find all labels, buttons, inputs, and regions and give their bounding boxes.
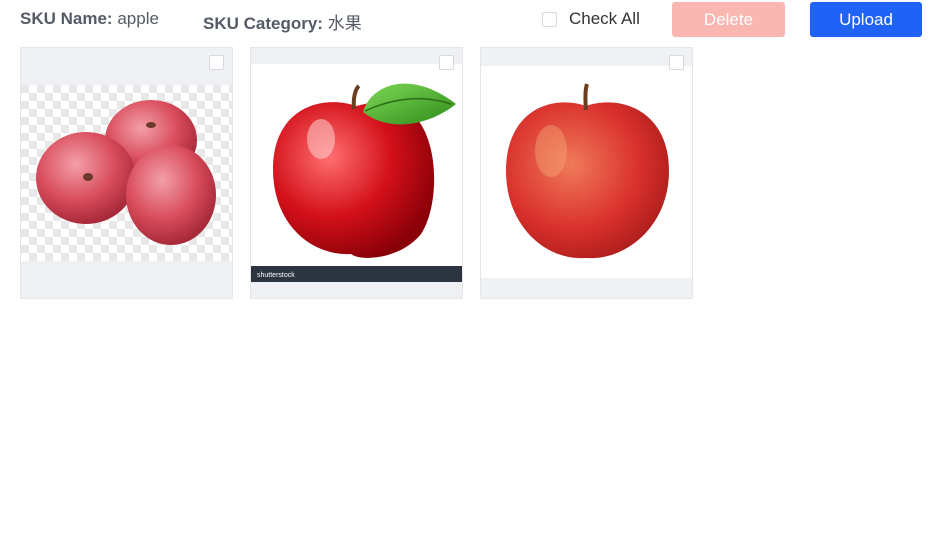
check-all-label: Check All <box>569 9 640 28</box>
sku-name: SKU Name: apple <box>20 9 159 29</box>
check-all-checkbox[interactable] <box>542 11 557 27</box>
apple-single-icon <box>481 66 692 278</box>
image-card[interactable]: shutterstock <box>250 47 463 299</box>
image-checkbox[interactable] <box>209 55 224 70</box>
delete-button[interactable]: Delete <box>672 2 785 37</box>
watermark-text: shutterstock <box>257 272 295 279</box>
image-checkbox[interactable] <box>439 55 454 70</box>
toolbar: SKU Name: apple SKU Category: 水果 Check A… <box>0 0 939 40</box>
apple-group-icon <box>21 85 232 261</box>
image-checkbox[interactable] <box>669 55 684 70</box>
upload-button[interactable]: Upload <box>810 2 922 37</box>
image-card[interactable] <box>480 47 693 299</box>
check-all[interactable]: Check All <box>542 8 640 30</box>
sku-category-label: SKU Category: <box>203 14 323 33</box>
sku-category: SKU Category: 水果 <box>203 9 362 34</box>
sku-category-value: 水果 <box>327 14 362 33</box>
sku-name-label: SKU Name: <box>20 9 113 28</box>
image-card[interactable] <box>20 47 233 299</box>
apple-with-leaf-icon: shutterstock <box>251 64 462 282</box>
sku-name-value: apple <box>117 9 159 28</box>
